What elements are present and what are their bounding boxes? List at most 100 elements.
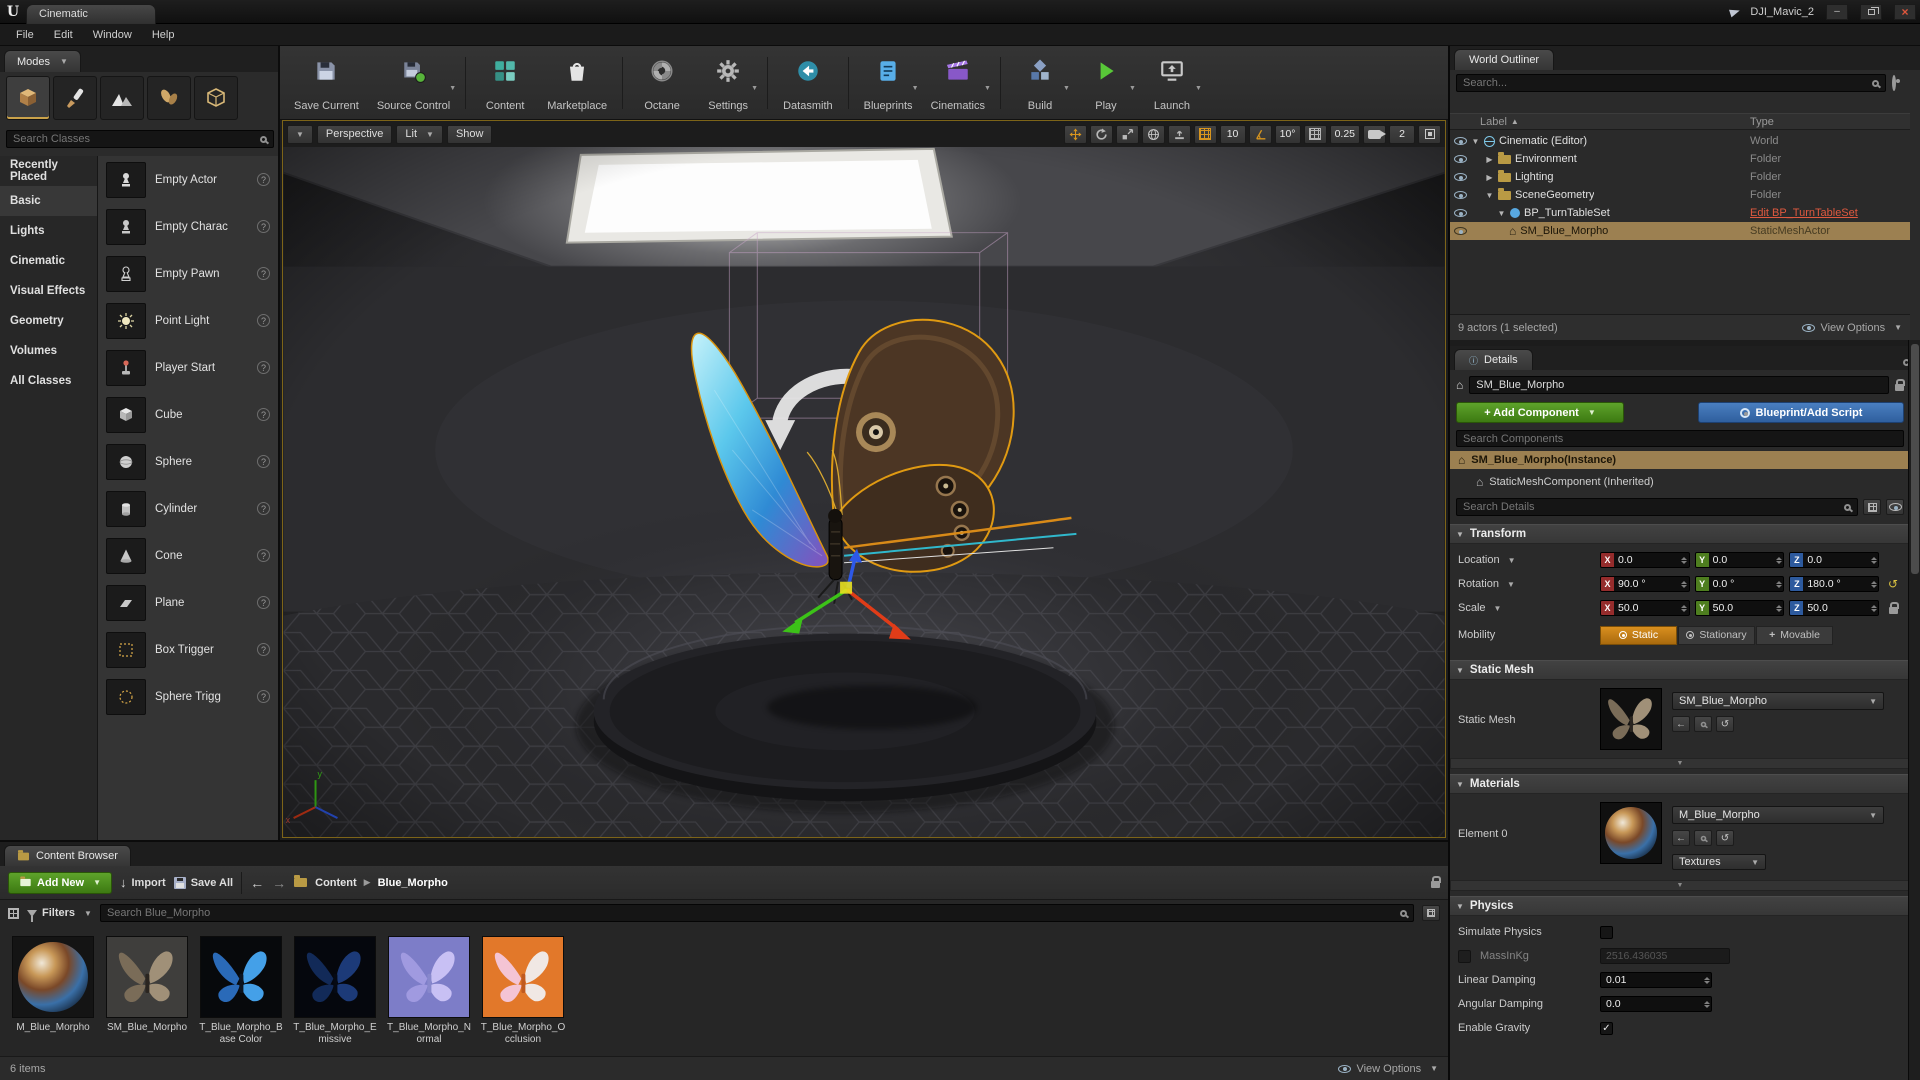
category-cinematic[interactable]: Cinematic — [0, 246, 97, 276]
menu-file[interactable]: File — [6, 24, 44, 46]
blueprint-add-script-button[interactable]: Blueprint/Add Script — [1698, 402, 1904, 423]
outliner-column-header[interactable]: Label ▲ Type — [1450, 113, 1910, 130]
enable-gravity-checkbox[interactable]: ✓ — [1600, 1022, 1613, 1035]
component-instance-row[interactable]: ⌂ SM_Blue_Morpho(Instance) — [1450, 451, 1910, 469]
static-mesh-combo[interactable]: SM_Blue_Morpho ▼ — [1672, 692, 1884, 710]
scrollbar-thumb[interactable] — [1911, 344, 1919, 574]
expand-arrow-icon[interactable]: ▶ — [1485, 173, 1494, 182]
transform-section-header[interactable]: ▼ Transform — [1450, 524, 1910, 544]
visibility-eye-icon[interactable] — [1454, 173, 1467, 181]
place-item-cone[interactable]: Cone ? — [98, 532, 278, 579]
grid-snap-toggle[interactable] — [1194, 125, 1217, 144]
expand-arrow-icon[interactable]: ▼ — [1497, 209, 1506, 218]
place-item-point-light[interactable]: Point Light ? — [98, 297, 278, 344]
save-all-button[interactable]: Save All — [174, 877, 233, 889]
category-lights[interactable]: Lights — [0, 216, 97, 246]
scale-tool-button[interactable] — [1116, 125, 1139, 144]
place-item-cylinder[interactable]: Cylinder ? — [98, 485, 278, 532]
lock-sources-icon[interactable] — [1431, 881, 1440, 888]
property-matrix-icon[interactable] — [1863, 499, 1881, 515]
linear-damping-input[interactable]: 0.01 — [1600, 972, 1712, 988]
minimize-button[interactable]: – — [1826, 4, 1848, 20]
scale-y-field[interactable]: Y50.0 — [1695, 600, 1785, 616]
expand-arrow-icon[interactable]: ▼ — [1485, 191, 1494, 200]
place-item-plane[interactable]: Plane ? — [98, 579, 278, 626]
move-tool-button[interactable] — [1064, 125, 1087, 144]
browse-icon[interactable] — [1694, 716, 1712, 732]
save-current-button[interactable]: Save Current — [286, 52, 367, 114]
window-tab-cinematic[interactable]: Cinematic — [26, 4, 156, 24]
surface-snap-button[interactable] — [1168, 125, 1191, 144]
viewport-panel[interactable]: x y ▼ Perspective Lit▼ Show 10 10° — [282, 120, 1446, 838]
rotate-tool-button[interactable] — [1090, 125, 1113, 144]
help-icon[interactable]: ? — [257, 267, 270, 280]
grid-snap-value[interactable]: 10 — [1220, 125, 1246, 144]
import-button[interactable]: ↓ Import — [120, 875, 166, 890]
visibility-eye-icon[interactable] — [1454, 155, 1467, 163]
menu-edit[interactable]: Edit — [44, 24, 83, 46]
blueprints-button[interactable]: Blueprints ▼ — [856, 52, 921, 114]
help-icon[interactable]: ? — [257, 314, 270, 327]
datasmith-button[interactable]: Datasmith — [775, 52, 841, 114]
outliner-row-scenegeometry[interactable]: ▼ SceneGeometry Folder — [1450, 186, 1910, 204]
asset-tile-material[interactable]: M_Blue_Morpho — [8, 936, 98, 1034]
reset-icon[interactable]: ↺ — [1716, 830, 1734, 846]
asset-tile-occlusion[interactable]: T_Blue_Morpho_Occlusion — [478, 936, 568, 1046]
scale-lock-icon[interactable] — [1884, 603, 1902, 614]
use-selected-icon[interactable]: ← — [1672, 830, 1690, 846]
help-icon[interactable]: ? — [257, 502, 270, 515]
maximize-viewport-button[interactable] — [1418, 125, 1441, 144]
simulate-physics-checkbox[interactable] — [1600, 926, 1613, 939]
content-search-input[interactable]: Search Blue_Morpho — [100, 904, 1414, 922]
lock-icon[interactable] — [1895, 384, 1904, 391]
place-item-sphere-trigger[interactable]: Sphere Trigg ? — [98, 673, 278, 720]
camera-speed-value[interactable]: 2 — [1389, 125, 1415, 144]
place-item-cube[interactable]: Cube ? — [98, 391, 278, 438]
category-volumes[interactable]: Volumes — [0, 336, 97, 366]
asset-tile-emissive[interactable]: T_Blue_Morpho_Emissive — [290, 936, 380, 1046]
tab-modes[interactable]: Modes ▼ — [4, 50, 81, 72]
reset-icon[interactable]: ↺ — [1716, 716, 1734, 732]
paint-mode-button[interactable] — [53, 76, 97, 120]
help-icon[interactable]: ? — [257, 643, 270, 656]
scale-snap-toggle[interactable] — [1304, 125, 1327, 144]
search-details-input[interactable]: Search Details — [1456, 498, 1858, 516]
search-classes-input[interactable]: Search Classes — [6, 130, 274, 148]
tab-world-outliner[interactable]: World Outliner — [1454, 49, 1554, 70]
add-new-button[interactable]: Add New ▼ — [8, 872, 112, 894]
physics-section-header[interactable]: ▼ Physics — [1450, 896, 1910, 916]
use-selected-icon[interactable]: ← — [1672, 716, 1690, 732]
place-item-empty-pawn[interactable]: Empty Pawn ? — [98, 250, 278, 297]
scale-snap-value[interactable]: 0.25 — [1330, 125, 1360, 144]
place-item-box-trigger[interactable]: Box Trigger ? — [98, 626, 278, 673]
expand-arrow-icon[interactable]: ▶ — [1485, 155, 1494, 164]
send-feedback-icon[interactable] — [1729, 6, 1741, 17]
location-x-field[interactable]: X0.0 — [1600, 552, 1690, 568]
location-y-field[interactable]: Y0.0 — [1695, 552, 1785, 568]
play-button[interactable]: Play ▼ — [1074, 52, 1138, 114]
sources-panel-icon[interactable] — [8, 908, 19, 919]
help-icon[interactable]: ? — [257, 549, 270, 562]
settings-button[interactable]: Settings ▼ — [696, 52, 760, 114]
place-item-player-start[interactable]: Player Start ? — [98, 344, 278, 391]
help-icon[interactable]: ? — [257, 173, 270, 186]
viewport-options-button[interactable]: ▼ — [287, 125, 313, 144]
menu-window[interactable]: Window — [83, 24, 142, 46]
world-space-button[interactable] — [1142, 125, 1165, 144]
saved-filter-icon[interactable] — [1422, 905, 1440, 921]
textures-combo[interactable]: Textures ▼ — [1672, 854, 1766, 870]
static-mesh-thumbnail[interactable] — [1600, 688, 1662, 750]
asset-tile-static-mesh[interactable]: SM_Blue_Morpho — [102, 936, 192, 1034]
filters-button[interactable]: Filters ▼ — [27, 907, 92, 919]
rotation-x-field[interactable]: X90.0 ° — [1600, 576, 1690, 592]
close-button[interactable]: × — [1894, 4, 1916, 20]
rotation-y-field[interactable]: Y0.0 ° — [1695, 576, 1785, 592]
actor-name-input[interactable]: SM_Blue_Morpho — [1469, 376, 1889, 394]
breadcrumb-blue-morpho[interactable]: Blue_Morpho — [378, 877, 448, 889]
place-item-empty-character[interactable]: Empty Charac ? — [98, 203, 278, 250]
marketplace-button[interactable]: Marketplace — [539, 52, 615, 114]
help-icon[interactable]: ? — [257, 220, 270, 233]
place-mode-button[interactable] — [6, 76, 50, 120]
visibility-eye-icon[interactable] — [1454, 227, 1467, 235]
asset-tile-normal[interactable]: T_Blue_Morpho_Normal — [384, 936, 474, 1046]
